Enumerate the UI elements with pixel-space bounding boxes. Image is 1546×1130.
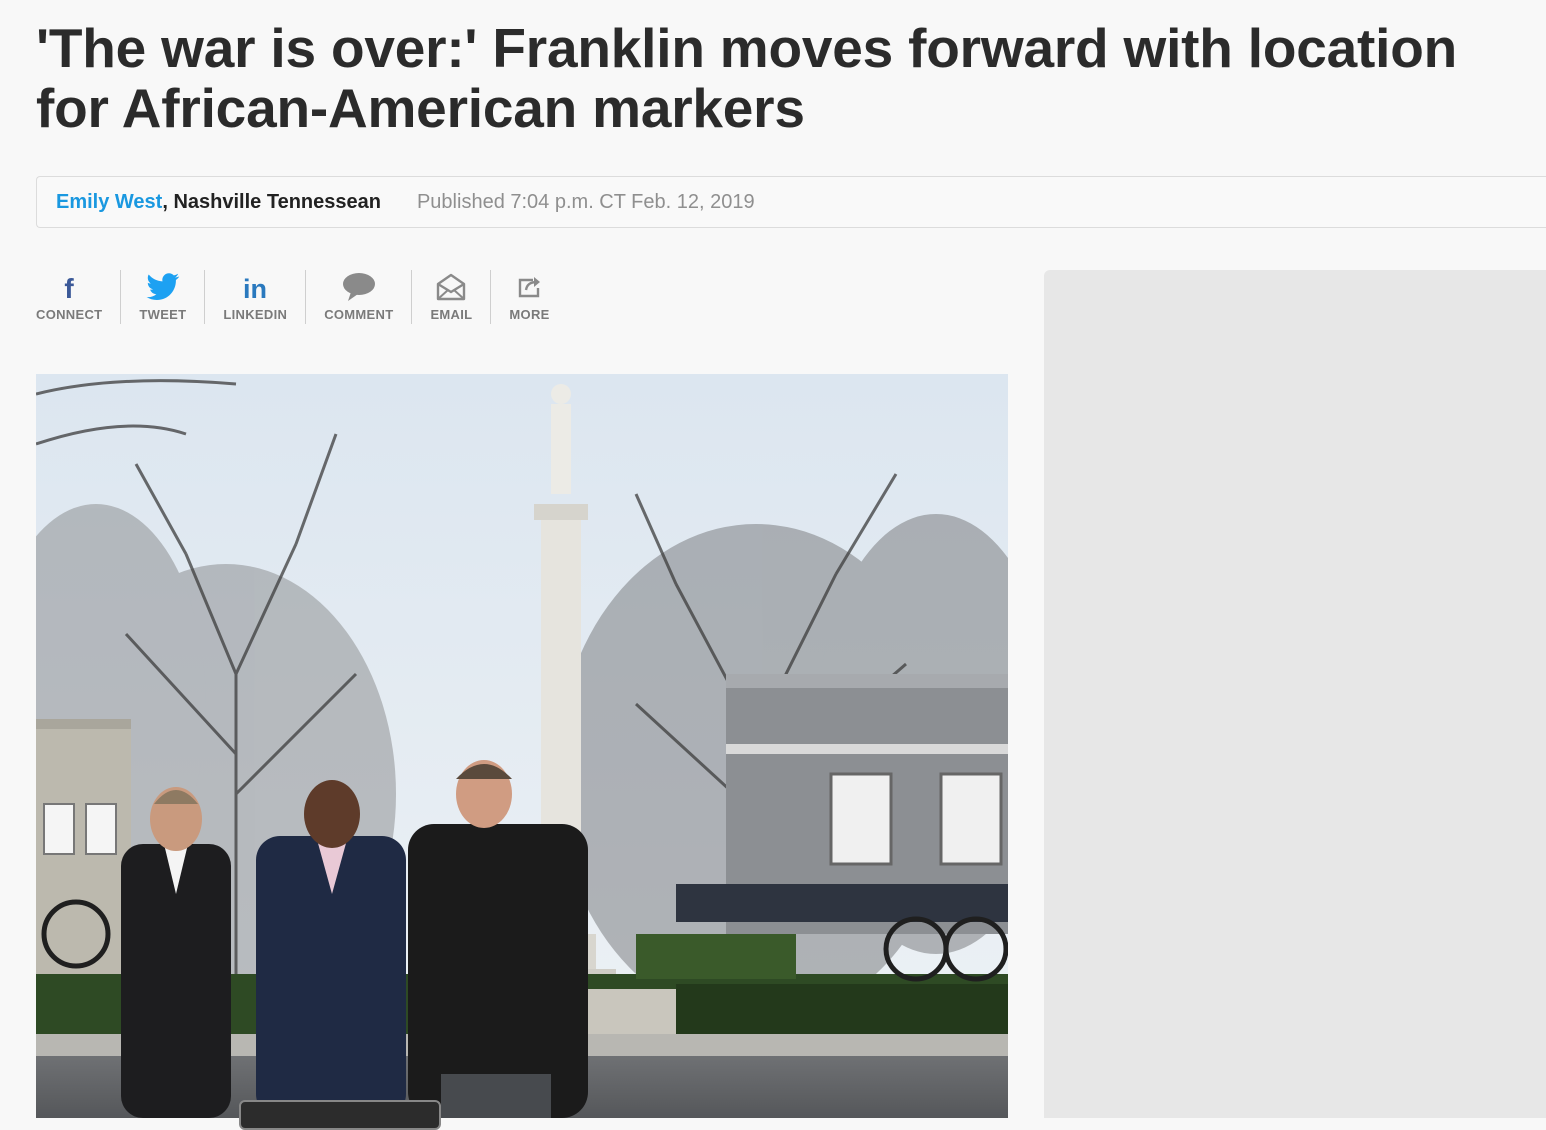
share-label: COMMENT [324, 307, 394, 322]
facebook-icon: f [59, 270, 79, 304]
share-icon [516, 270, 544, 304]
article-photo[interactable] [36, 374, 1008, 1118]
share-bar: f CONNECT TWEET in LINKEDIN COMMENT EMAI… [36, 270, 568, 324]
headline-line-2: for African-American markers [36, 77, 805, 139]
linkedin-icon: in [239, 270, 271, 304]
advertisement-placeholder [1044, 270, 1546, 1118]
share-label: TWEET [139, 307, 187, 322]
email-button[interactable]: EMAIL [411, 270, 490, 324]
article-headline: 'The war is over:' Franklin moves forwar… [36, 18, 1546, 138]
twitter-icon [146, 270, 180, 304]
share-label: CONNECT [36, 307, 103, 322]
headline-line-1: 'The war is over:' Franklin moves forwar… [36, 17, 1458, 79]
email-icon [436, 270, 466, 304]
author-link[interactable]: Emily West [56, 191, 162, 214]
published-timestamp: Published 7:04 p.m. CT Feb. 12, 2019 [416, 190, 755, 213]
comment-button[interactable]: COMMENT [305, 270, 411, 324]
photo-caption-toggle[interactable] [239, 1100, 441, 1130]
more-share-button[interactable]: MORE [490, 270, 567, 324]
share-label: MORE [509, 307, 550, 322]
publication-name: Nashville Tennessean [173, 190, 381, 213]
share-facebook-button[interactable]: f CONNECT [36, 270, 120, 324]
svg-text:f: f [65, 273, 75, 301]
share-label: LINKEDIN [223, 307, 288, 322]
byline-separator: , [162, 190, 174, 213]
comment-icon [342, 270, 376, 304]
share-linkedin-button[interactable]: in LINKEDIN [204, 270, 305, 324]
share-label: EMAIL [430, 307, 473, 322]
byline-bar: Emily West, Nashville Tennessean Publish… [36, 176, 1546, 228]
share-twitter-button[interactable]: TWEET [120, 270, 204, 324]
svg-text:in: in [243, 274, 267, 301]
